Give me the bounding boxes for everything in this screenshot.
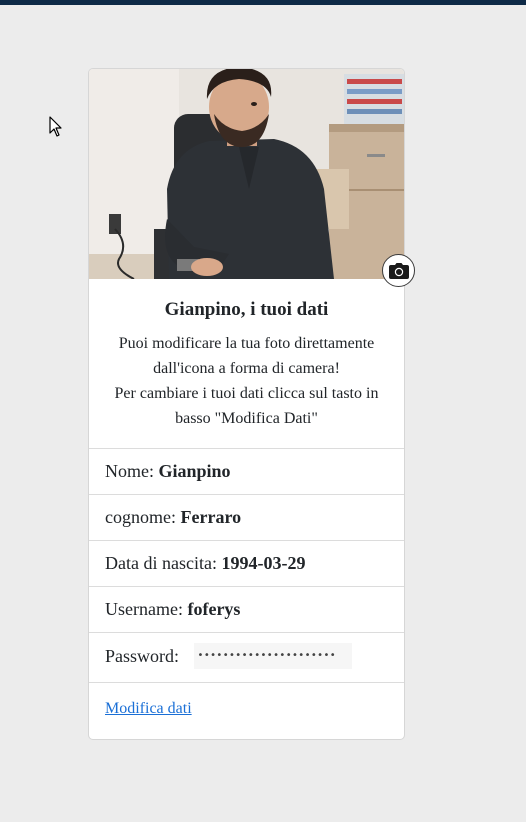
cognome-value: Ferraro	[180, 507, 242, 527]
description-line: basso "Modifica Dati"	[175, 410, 318, 427]
camera-icon	[388, 262, 409, 279]
nome-label: Nome:	[105, 461, 154, 481]
description-line: dall'icona a forma di camera!	[153, 360, 340, 377]
list-item-nome: Nome: Gianpino	[89, 448, 404, 494]
nascita-value: 1994-03-29	[221, 553, 306, 573]
nome-value: Gianpino	[158, 461, 231, 481]
mouse-cursor-icon	[49, 116, 62, 137]
profile-photo	[89, 69, 404, 279]
card-title: Gianpino, i tuoi dati	[164, 299, 329, 320]
list-item-nascita: Data di nascita: 1994-03-29	[89, 540, 404, 586]
description-line: Puoi modificare la tua foto direttamente	[118, 335, 375, 352]
username-value: foferys	[187, 599, 241, 619]
top-bar	[0, 0, 526, 5]
list-item-username: Username: foferys	[89, 586, 404, 632]
description-line: Per cambiare i tuoi dati clicca sul tast…	[114, 385, 379, 402]
list-item-password: Password: ••••••••••••••••••••••	[89, 632, 404, 681]
list-item-cognome: cognome: Ferraro	[89, 494, 404, 540]
username-label: Username:	[105, 599, 183, 619]
card-description: Puoi modificare la tua foto direttamente…	[101, 331, 392, 431]
password-label: Password:	[105, 646, 180, 666]
user-data-list: Nome: Gianpino cognome: Ferraro Data di …	[89, 448, 404, 681]
password-field[interactable]: ••••••••••••••••••••••	[193, 642, 352, 669]
card-body: Gianpino, i tuoi dati Puoi modificare la…	[89, 279, 404, 449]
profile-card: Gianpino, i tuoi dati Puoi modificare la…	[88, 68, 415, 740]
nascita-label: Data di nascita:	[105, 553, 217, 573]
edit-data-link[interactable]: Modifica dati	[105, 700, 192, 718]
cognome-label: cognome:	[105, 507, 176, 527]
card-footer: Modifica dati	[89, 682, 404, 739]
